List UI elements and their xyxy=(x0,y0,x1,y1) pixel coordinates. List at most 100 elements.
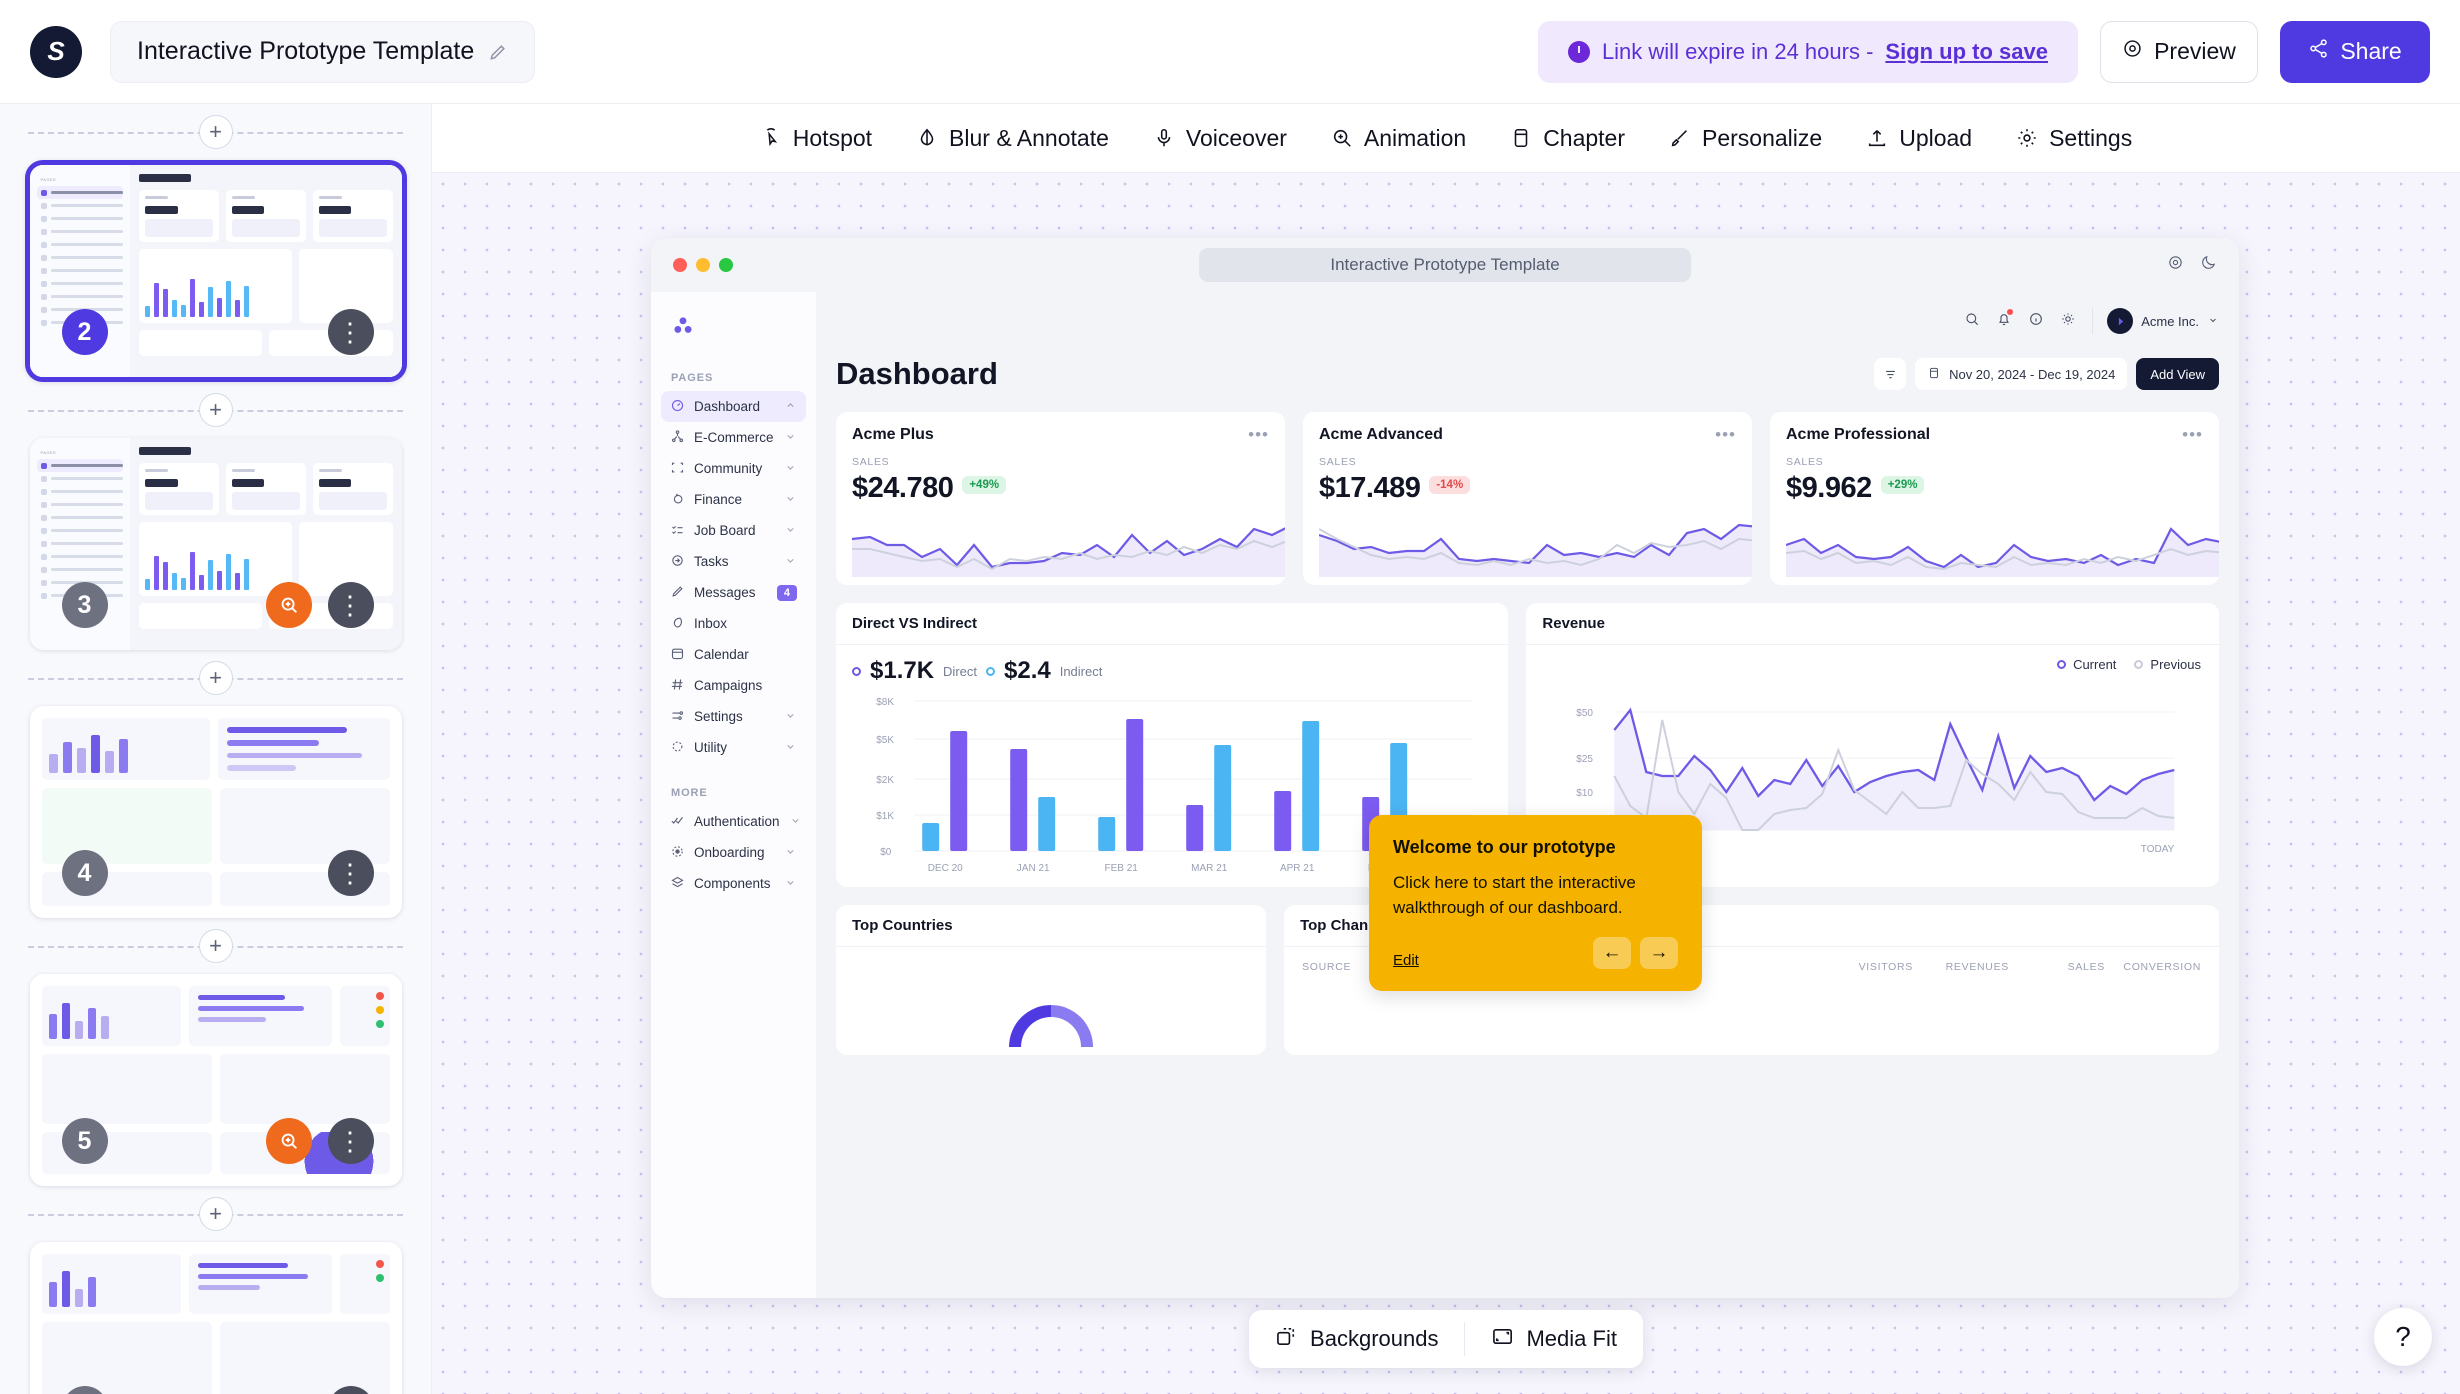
add-slide-row: + xyxy=(0,1186,431,1242)
svg-text:$25: $25 xyxy=(1577,754,1594,765)
chevron-down-icon[interactable] xyxy=(784,430,797,446)
pencil-icon[interactable] xyxy=(488,42,508,62)
sidebar-item-calendar[interactable]: Calendar xyxy=(661,639,806,670)
sidebar-item-label: Authentication xyxy=(694,814,780,829)
slide-zoom-indicator[interactable] xyxy=(266,1118,312,1164)
preview-nav-item xyxy=(37,290,123,303)
help-button[interactable]: ? xyxy=(2374,1308,2432,1366)
backgrounds-button[interactable]: Backgrounds xyxy=(1249,1321,1464,1357)
tooltip-edit-link[interactable]: Edit xyxy=(1393,952,1419,969)
sidebar-item-label: Calendar xyxy=(694,647,797,662)
sidebar-item-label: Components xyxy=(694,876,775,891)
sidebar-item-campaigns[interactable]: Campaigns xyxy=(661,670,806,701)
preview-nav-item xyxy=(37,225,123,238)
stat-card[interactable]: Acme Professional ••• SALES $9.962 +29% xyxy=(1770,412,2219,585)
sidebar-item-inbox[interactable]: Inbox xyxy=(661,608,806,639)
tool-upload[interactable]: Upload xyxy=(1844,125,1994,152)
slide-thumbnail-3[interactable]: PAGES xyxy=(30,438,402,650)
brand-logo[interactable]: S xyxy=(30,26,82,78)
walkthrough-tooltip[interactable]: Welcome to our prototype Click here to s… xyxy=(1369,815,1702,991)
stat-card[interactable]: Acme Advanced ••• SALES $17.489 -14% xyxy=(1303,412,1752,585)
editor-canvas[interactable]: Interactive Prototype Template xyxy=(432,173,2460,1394)
sidebar-item-settings[interactable]: Settings xyxy=(661,701,806,732)
legend-previous[interactable]: Previous xyxy=(2134,657,2201,672)
sidebar-item-e-commerce[interactable]: E-Commerce xyxy=(661,422,806,453)
sidebar-item-finance[interactable]: Finance xyxy=(661,484,806,515)
chevron-down-icon[interactable] xyxy=(784,461,797,477)
sidebar-item-onboarding[interactable]: Onboarding xyxy=(661,837,806,868)
header-actions: Link will expire in 24 hours - Sign up t… xyxy=(1538,21,2430,83)
slide-thumbnail-2[interactable]: PAGES xyxy=(25,160,407,382)
add-slide-button[interactable]: + xyxy=(199,661,233,695)
slide-zoom-indicator[interactable] xyxy=(266,582,312,628)
chevron-down-icon[interactable] xyxy=(784,740,797,756)
slide-thumbnail-5[interactable]: 5 ⋮ xyxy=(30,974,402,1186)
tool-voiceover[interactable]: Voiceover xyxy=(1131,125,1309,152)
slide-menu-button[interactable]: ⋮ xyxy=(328,1118,374,1164)
add-slide-button[interactable]: + xyxy=(199,393,233,427)
clock-icon xyxy=(1568,41,1590,63)
preview-button[interactable]: Preview xyxy=(2100,21,2258,83)
indirect-label: Indirect xyxy=(1060,664,1103,679)
legend-current[interactable]: Current xyxy=(2057,657,2116,672)
stat-metric-label: SALES xyxy=(1319,456,1752,468)
search-icon[interactable] xyxy=(1964,311,1980,332)
sidebar-item-job-board[interactable]: Job Board xyxy=(661,515,806,546)
svg-text:$5K: $5K xyxy=(876,735,894,746)
slide-thumbnail-6[interactable]: 6 ⋮ xyxy=(30,1242,402,1394)
chevron-down-icon[interactable] xyxy=(784,876,797,892)
chevron-down-icon[interactable] xyxy=(784,709,797,725)
chevron-down-icon[interactable] xyxy=(784,554,797,570)
tool-hotspot[interactable]: Hotspot xyxy=(738,125,894,152)
proto-logo-icon[interactable] xyxy=(661,304,806,348)
sidebar-item-messages[interactable]: Messages 4 xyxy=(661,577,806,608)
chevron-down-icon[interactable] xyxy=(784,523,797,539)
tool-personalize[interactable]: Personalize xyxy=(1647,125,1844,152)
stat-card[interactable]: Acme Plus ••• SALES $24.780 +49% xyxy=(836,412,1285,585)
tool-settings[interactable]: Settings xyxy=(1994,125,2154,152)
dark-mode-icon[interactable] xyxy=(2200,254,2217,276)
org-menu[interactable]: Acme Inc. xyxy=(2092,308,2219,334)
chevron-down-icon[interactable] xyxy=(789,814,802,830)
slide-menu-button[interactable]: ⋮ xyxy=(328,850,374,896)
slide-rail[interactable]: + PAGES xyxy=(0,104,432,1394)
legend-label: Current xyxy=(2073,657,2116,672)
slide-menu-button[interactable]: ⋮ xyxy=(328,582,374,628)
chevron-down-icon[interactable] xyxy=(784,492,797,508)
sidebar-item-authentication[interactable]: Authentication xyxy=(661,806,806,837)
slide-thumbnail-4[interactable]: 4 ⋮ xyxy=(30,706,402,918)
share-button[interactable]: Share xyxy=(2280,21,2430,83)
sidebar-item-components[interactable]: Components xyxy=(661,868,806,899)
preview-eye-icon[interactable] xyxy=(2167,254,2184,276)
tool-animation[interactable]: Animation xyxy=(1309,125,1488,152)
tool-blur-annotate[interactable]: Blur & Annotate xyxy=(894,125,1131,152)
tooltip-prev-button[interactable]: ← xyxy=(1593,937,1631,969)
sidebar-item-community[interactable]: Community xyxy=(661,453,806,484)
project-title-field[interactable]: Interactive Prototype Template xyxy=(110,21,535,83)
tooltip-next-button[interactable]: → xyxy=(1640,937,1678,969)
preview-sidebar-label: PAGES xyxy=(41,450,123,455)
inbox-icon xyxy=(670,615,685,633)
filter-icon[interactable] xyxy=(1874,358,1906,390)
add-slide-button[interactable]: + xyxy=(199,115,233,149)
sidebar-item-utility[interactable]: Utility xyxy=(661,732,806,763)
add-slide-button[interactable]: + xyxy=(199,1197,233,1231)
sidebar-item-tasks[interactable]: Tasks xyxy=(661,546,806,577)
bell-icon[interactable] xyxy=(1996,311,2012,332)
proto-sidebar: PAGES Dashboard E-Commerce Community xyxy=(651,292,816,1298)
slide-menu-button[interactable]: ⋮ xyxy=(328,309,374,355)
sun-icon[interactable] xyxy=(2060,311,2076,332)
tool-chapter[interactable]: Chapter xyxy=(1488,125,1647,152)
info-icon[interactable] xyxy=(2028,311,2044,332)
chrome-actions xyxy=(2167,254,2217,276)
chevron-down-icon[interactable] xyxy=(784,845,797,861)
chevron-up-icon[interactable] xyxy=(784,399,797,415)
sidebar-item-dashboard[interactable]: Dashboard xyxy=(661,391,806,422)
signup-link[interactable]: Sign up to save xyxy=(1885,39,2048,65)
sidebar-item-label: Dashboard xyxy=(694,399,775,414)
proto-sidebar-more-label: MORE xyxy=(671,787,806,799)
media-fit-button[interactable]: Media Fit xyxy=(1465,1321,1642,1357)
date-range-picker[interactable]: Nov 20, 2024 - Dec 19, 2024 xyxy=(1915,358,2127,390)
add-view-button[interactable]: Add View xyxy=(2136,358,2219,390)
add-slide-button[interactable]: + xyxy=(199,929,233,963)
